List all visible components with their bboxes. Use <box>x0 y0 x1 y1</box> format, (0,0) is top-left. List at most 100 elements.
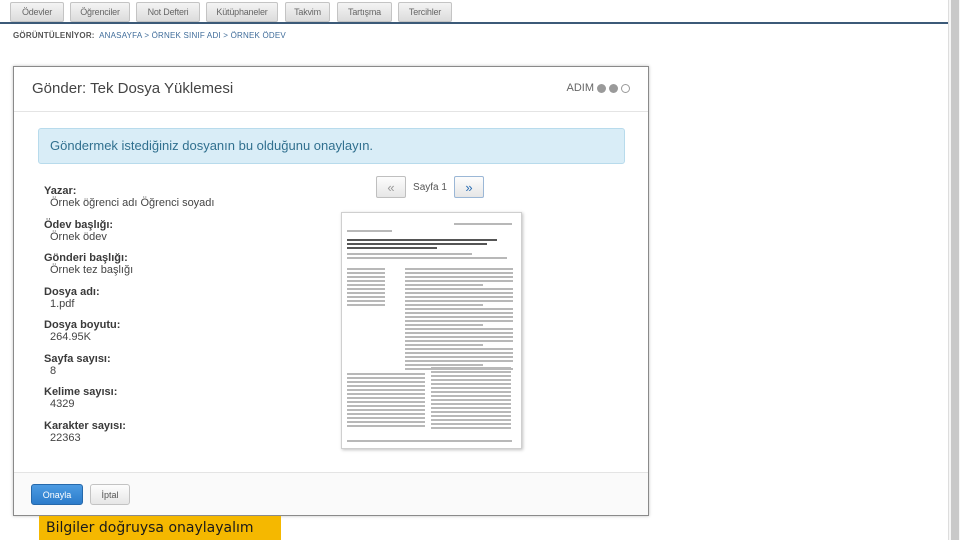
preview-text-line <box>347 257 507 259</box>
preview-text-line <box>347 440 512 442</box>
field-value: Örnek öğrenci adı Öğrenci soyadı <box>50 197 215 209</box>
preview-text-line <box>405 284 483 286</box>
preview-text-line <box>405 320 513 322</box>
preview-text-line <box>347 377 425 379</box>
tab-tercihler[interactable]: Tercihler <box>398 2 452 22</box>
tab-takvim[interactable]: Takvim <box>285 2 330 22</box>
preview-text-line <box>405 336 513 338</box>
breadcrumb: GÖRÜNTÜLENİYOR: ANASAYFA > ÖRNEK SINIF A… <box>13 31 286 40</box>
cancel-button[interactable]: İptal <box>90 484 130 505</box>
field-file-size: Dosya boyutu: 264.95K <box>44 319 214 353</box>
tab-tartisma[interactable]: Tartışma <box>337 2 392 22</box>
preview-text-line <box>347 288 385 290</box>
field-value: 264.95K <box>50 331 91 343</box>
preview-text-line <box>405 280 513 282</box>
preview-text-line <box>347 296 385 298</box>
document-preview <box>341 212 522 449</box>
top-navigation: Ödevler Öğrenciler Not Defteri Kütüphane… <box>0 0 948 24</box>
field-label: Dosya boyutu: <box>44 319 121 331</box>
preview-text-line <box>405 292 513 294</box>
preview-text-line <box>431 395 511 397</box>
prev-page-button[interactable]: « <box>376 176 406 198</box>
field-label: Kelime sayısı: <box>44 386 118 398</box>
tab-odevler[interactable]: Ödevler <box>10 2 64 22</box>
preview-text-line <box>405 308 513 310</box>
step-dot-done-icon <box>597 83 606 93</box>
preview-text-line <box>347 389 425 391</box>
preview-text-line <box>347 425 425 427</box>
field-value: Örnek tez başlığı <box>50 264 134 276</box>
preview-text-line <box>347 276 385 278</box>
preview-text-line <box>347 272 385 274</box>
field-label: Yazar: <box>44 185 77 197</box>
preview-text-line <box>347 280 385 282</box>
tab-kutuphaneler[interactable]: Kütüphaneler <box>206 2 278 22</box>
next-page-button[interactable]: » <box>454 176 484 198</box>
scrollbar[interactable] <box>948 0 960 540</box>
field-value: 22363 <box>50 431 81 444</box>
field-label: Sayfa sayısı: <box>44 352 111 365</box>
preview-text-line <box>431 371 511 373</box>
submission-modal: Gönder: Tek Dosya Yüklemesi ADIM Gönderm… <box>13 66 649 516</box>
breadcrumb-path[interactable]: ANASAYFA > ÖRNEK SINIF ADI > ÖRNEK ÖDEV <box>99 31 286 40</box>
modal-title: Gönder: Tek Dosya Yüklemesi <box>32 80 234 97</box>
preview-text-line <box>347 243 487 246</box>
preview-text-line <box>347 397 425 399</box>
preview-text-line <box>405 324 483 326</box>
preview-text-line <box>347 385 425 387</box>
preview-text-line <box>347 292 385 294</box>
preview-text-line <box>405 356 513 358</box>
step-dot-pending-icon <box>621 83 630 93</box>
scrollbar-thumb[interactable] <box>951 0 959 540</box>
preview-text-line <box>431 415 511 417</box>
field-author: Yazar: Örnek öğrenci adı Öğrenci soyadı <box>44 185 214 219</box>
preview-text-line <box>431 427 511 429</box>
preview-text-line <box>347 268 385 270</box>
preview-text-line <box>431 407 511 409</box>
field-word-count: Kelime sayısı: 4329 <box>44 386 214 420</box>
preview-text-line <box>405 304 483 306</box>
preview-text-line <box>347 253 472 255</box>
preview-text-line <box>431 375 511 377</box>
preview-text-line <box>347 239 497 242</box>
preview-text-line <box>431 411 511 413</box>
preview-text-line <box>405 268 513 270</box>
preview-text-line <box>405 344 483 346</box>
preview-text-line <box>347 405 425 407</box>
preview-text-line <box>431 423 511 425</box>
step-dot-current-icon <box>609 83 618 93</box>
preview-text-line <box>405 364 483 366</box>
page-label: Sayfa 1 <box>413 181 447 193</box>
field-assignment-title: Ödev başlığı: Örnek ödev <box>44 219 214 253</box>
confirm-button[interactable]: Onayla <box>31 484 83 505</box>
preview-text-line <box>405 328 513 330</box>
field-page-count: Sayfa sayısı: 8 <box>44 353 214 387</box>
field-value: 8 <box>50 364 57 377</box>
preview-text-line <box>347 417 425 419</box>
confirm-alert: Göndermek istediğiniz dosyanın bu olduğu… <box>38 128 625 164</box>
preview-text-line <box>405 288 513 290</box>
preview-text-line <box>347 304 385 306</box>
preview-text-line <box>347 247 437 250</box>
field-label: Karakter sayısı: <box>44 419 126 432</box>
step-indicator: ADIM <box>566 82 630 94</box>
field-submission-title: Gönderi başlığı: Örnek tez başlığı <box>44 252 214 286</box>
field-label: Gönderi başlığı: <box>44 252 128 264</box>
tab-ogrenciler[interactable]: Öğrenciler <box>70 2 130 22</box>
field-file-name: Dosya adı: 1.pdf <box>44 286 214 320</box>
step-label: ADIM <box>566 82 595 94</box>
preview-text-line <box>431 399 511 401</box>
preview-text-line <box>347 421 425 423</box>
field-char-count: Karakter sayısı: 22363 <box>44 420 214 454</box>
preview-text-line <box>347 230 392 232</box>
preview-text-line <box>347 393 425 395</box>
preview-text-line <box>405 312 513 314</box>
tab-not-defteri[interactable]: Not Defteri <box>136 2 200 22</box>
field-value: 4329 <box>50 398 75 410</box>
preview-text-line <box>347 284 385 286</box>
preview-text-line <box>431 419 511 421</box>
preview-text-line <box>454 223 512 225</box>
preview-text-line <box>431 403 511 405</box>
preview-text-line <box>405 296 513 298</box>
preview-text-line <box>347 409 425 411</box>
